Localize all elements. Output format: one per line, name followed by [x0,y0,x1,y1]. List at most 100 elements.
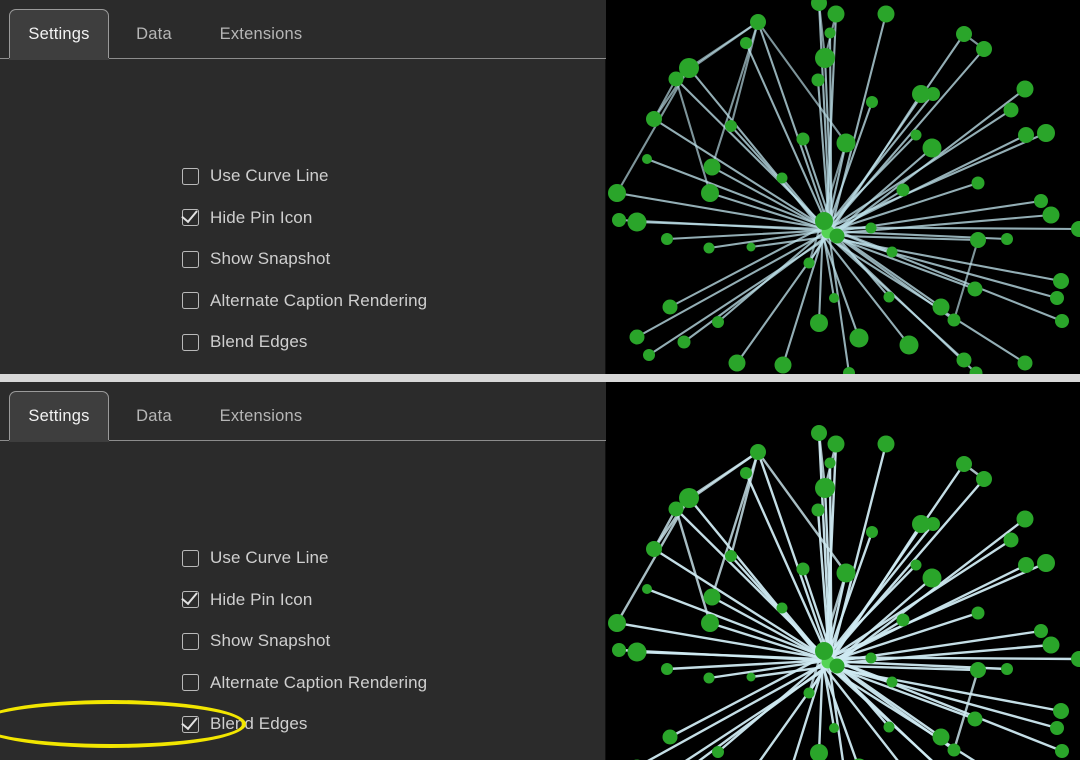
graph-node[interactable] [828,6,845,23]
graph-node[interactable] [829,293,839,303]
tab-settings[interactable]: Settings [9,391,109,441]
graph-node[interactable] [923,139,942,158]
graph-node[interactable] [704,673,715,684]
graph-node[interactable] [1018,557,1034,573]
graph-node[interactable] [1001,663,1013,675]
graph-node[interactable] [678,336,691,349]
graph-node[interactable] [725,120,737,132]
graph-node[interactable] [968,712,983,727]
graph-node[interactable] [1018,356,1033,371]
graph-node[interactable] [729,355,746,372]
option-row[interactable]: Blend Edges [182,331,308,353]
graph-node[interactable] [1004,533,1019,548]
option-row[interactable]: Hide Pin Icon [182,589,312,611]
graph-node[interactable] [884,292,895,303]
checkbox-unchecked-icon[interactable] [182,633,199,650]
option-row[interactable]: Show Snapshot [182,248,330,270]
graph-node[interactable] [1053,273,1069,289]
graph-node[interactable] [704,243,715,254]
graph-node[interactable] [878,436,895,453]
checkbox-unchecked-icon[interactable] [182,334,199,351]
graph-node[interactable] [830,659,845,674]
graph-node[interactable] [972,607,985,620]
graph-node[interactable] [646,111,662,127]
graph-node[interactable] [747,243,756,252]
graph-node[interactable] [957,353,972,368]
graph-node[interactable] [812,74,825,87]
graph-node[interactable] [1053,703,1069,719]
graph-node[interactable] [970,662,986,678]
tab-extensions[interactable]: Extensions [198,391,324,441]
graph-node[interactable] [923,569,942,588]
graph-node[interactable] [933,729,950,746]
graph-node[interactable] [866,526,878,538]
graph-node[interactable] [612,213,626,227]
graph-node[interactable] [701,184,719,202]
graph-node[interactable] [933,299,950,316]
graph-node[interactable] [797,133,810,146]
graph-node[interactable] [661,233,673,245]
graph-node[interactable] [830,229,845,244]
graph-node[interactable] [1050,291,1064,305]
option-row[interactable]: Use Curve Line [182,547,329,569]
graph-node[interactable] [815,212,833,230]
graph-node[interactable] [661,663,673,675]
graph-node[interactable] [642,154,652,164]
graph-node[interactable] [976,471,992,487]
graph-node[interactable] [750,14,766,30]
graph-node[interactable] [797,563,810,576]
graph-node[interactable] [911,130,922,141]
graph-node[interactable] [804,688,815,699]
graph-node[interactable] [837,134,856,153]
checkbox-unchecked-icon[interactable] [182,674,199,691]
graph-node[interactable] [612,643,626,657]
checkbox-unchecked-icon[interactable] [182,168,199,185]
option-row[interactable]: Alternate Caption Rendering [182,672,427,694]
graph-node[interactable] [663,730,678,745]
tab-settings[interactable]: Settings [9,9,109,59]
option-row[interactable]: Show Snapshot [182,630,330,652]
graph-node[interactable] [828,436,845,453]
graph-node[interactable] [740,467,752,479]
tab-data[interactable]: Data [120,9,188,59]
graph-node[interactable] [810,314,828,332]
graph-node[interactable] [663,300,678,315]
graph-node[interactable] [775,357,792,374]
graph-node[interactable] [843,367,855,374]
graph-node[interactable] [884,722,895,733]
graph-node[interactable] [1071,221,1080,237]
graph-node[interactable] [1017,511,1034,528]
graph-node[interactable] [976,41,992,57]
checkbox-checked-icon[interactable] [182,209,199,226]
graph-node[interactable] [948,744,961,757]
graph-node[interactable] [804,258,815,269]
option-row[interactable]: Blend Edges [182,713,308,735]
graph-node[interactable] [1050,721,1064,735]
graph-node[interactable] [900,336,919,355]
checkbox-checked-icon[interactable] [182,591,199,608]
graph-node[interactable] [628,643,647,662]
tab-extensions[interactable]: Extensions [198,9,324,59]
graph-node[interactable] [972,177,985,190]
graph-node[interactable] [926,517,940,531]
graph-node[interactable] [837,564,856,583]
graph-node[interactable] [1037,124,1055,142]
graph-node[interactable] [825,458,836,469]
graph-node[interactable] [1017,81,1034,98]
graph-node[interactable] [887,247,898,258]
graph-node[interactable] [911,560,922,571]
graph-node[interactable] [608,184,626,202]
graph-node[interactable] [1055,314,1069,328]
graph-node[interactable] [1055,744,1069,758]
graph-node[interactable] [810,744,828,760]
graph-node[interactable] [878,6,895,23]
graph-node[interactable] [968,282,983,297]
graph-node[interactable] [646,541,662,557]
graph-node[interactable] [866,96,878,108]
graph-node[interactable] [1043,637,1060,654]
tab-data[interactable]: Data [120,391,188,441]
graph-node[interactable] [811,425,827,441]
checkbox-unchecked-icon[interactable] [182,292,199,309]
graph-node[interactable] [1037,554,1055,572]
graph-node[interactable] [777,173,788,184]
